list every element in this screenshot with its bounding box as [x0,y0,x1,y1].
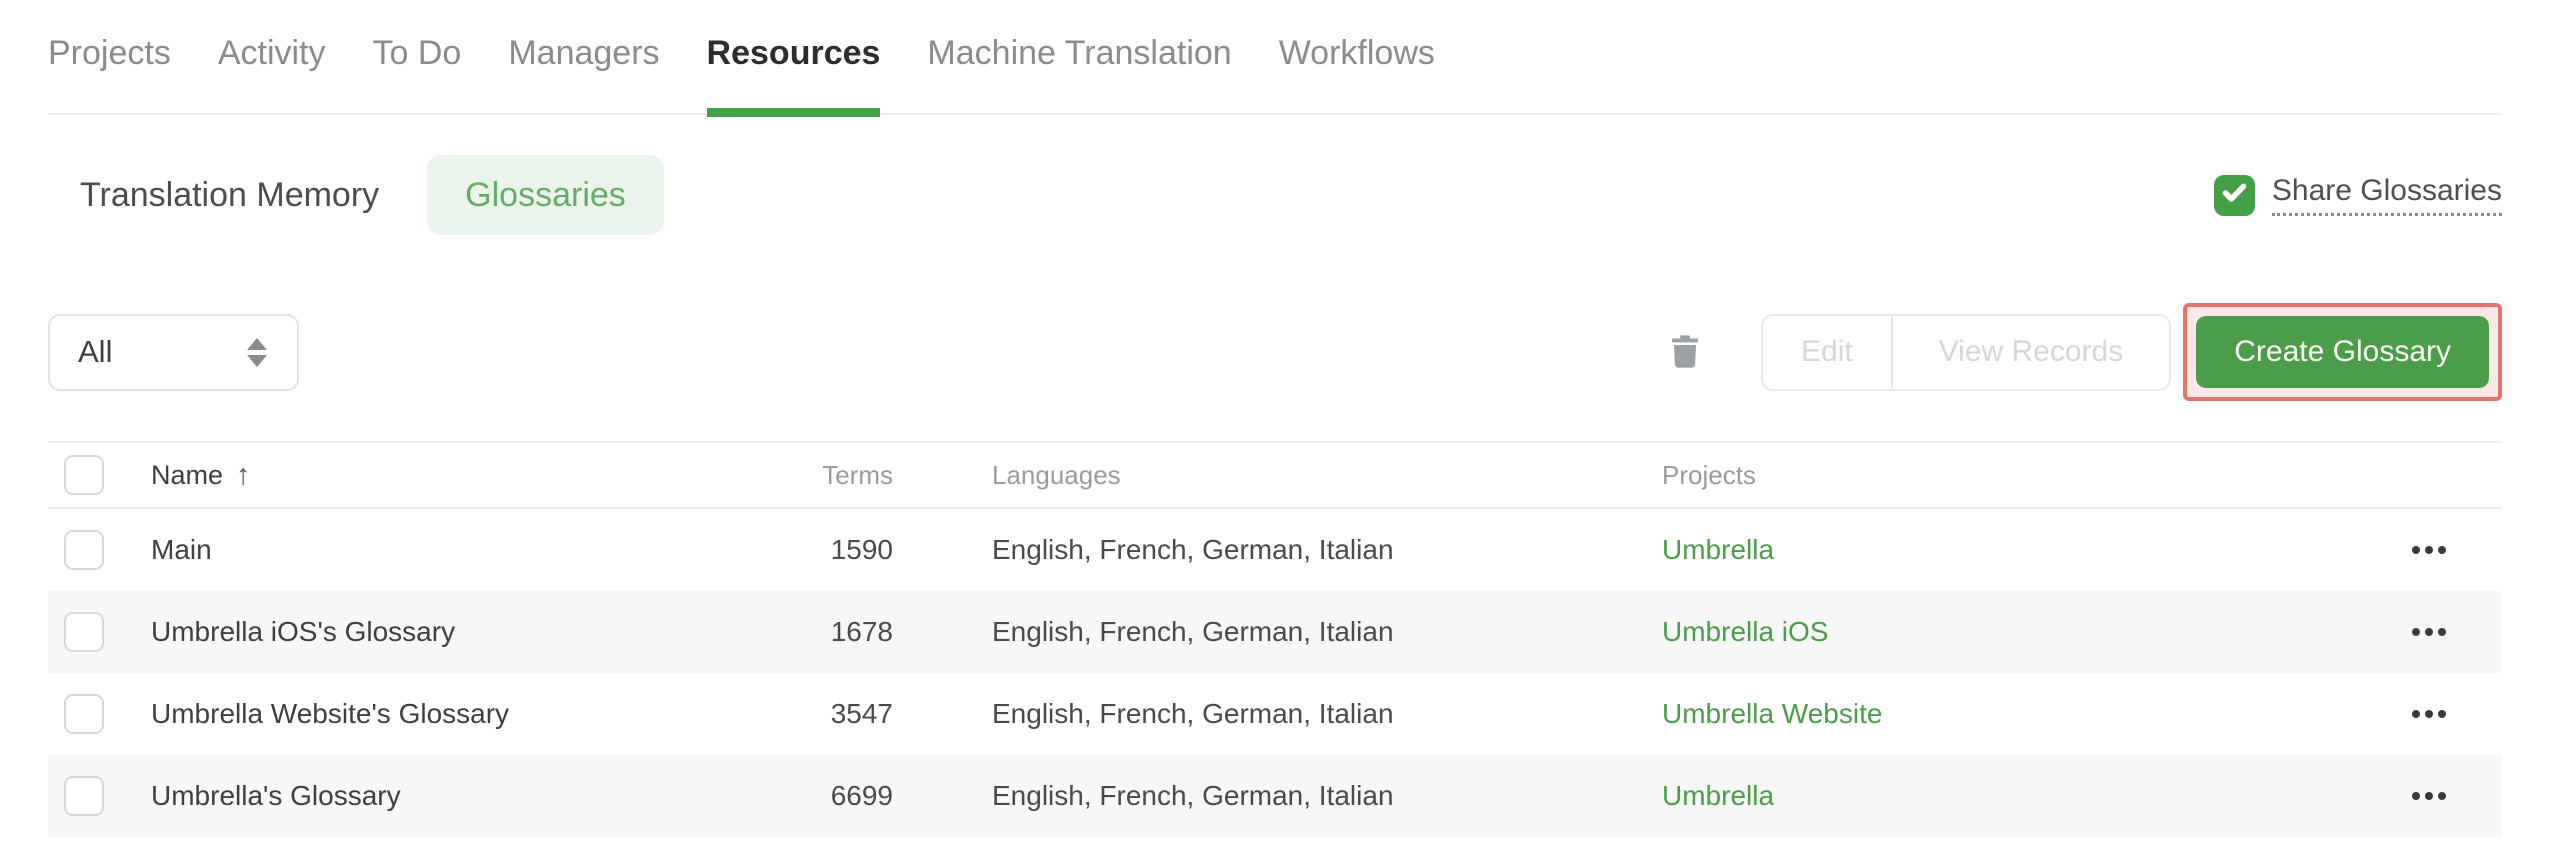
glossary-name: Main [151,534,212,565]
share-glossaries-checkbox[interactable] [2213,174,2255,216]
row-menu-ellipsis-icon[interactable] [2410,620,2448,644]
checkmark-icon [2221,179,2248,211]
resources-subnav: Translation Memory Glossaries Share Glos… [48,155,2502,235]
glossaries-page: Projects Activity To Do Managers Resourc… [0,0,2550,868]
select-all-checkbox[interactable] [64,455,104,495]
glossaries-toolbar: All Edit View Records Create Glossary [48,303,2502,401]
row-menu-ellipsis-icon[interactable] [2410,784,2448,808]
sort-ascending-icon: ↑ [236,458,251,491]
row-checkbox[interactable] [64,694,104,734]
project-link[interactable]: Umbrella Website [1662,698,1882,729]
column-header-name[interactable]: Name ↑ [151,459,741,492]
column-header-projects[interactable]: Projects [1563,460,2315,491]
glossary-terms-count: 6699 [830,780,893,811]
row-menu-ellipsis-icon[interactable] [2410,702,2448,726]
glossaries-table: Name ↑ Terms Languages Projects Main 159… [48,441,2502,837]
subtab-translation-memory[interactable]: Translation Memory [48,155,411,235]
filter-select-value: All [78,334,113,369]
selection-actions-group: Edit View Records [1761,313,2172,391]
table-header-row: Name ↑ Terms Languages Projects [48,441,2502,509]
glossary-languages: English, French, German, Italian [992,780,1394,811]
glossary-languages: English, French, German, Italian [992,616,1394,647]
share-glossaries-control: Share Glossaries [2213,174,2502,216]
glossary-terms-count: 1678 [830,616,893,647]
create-glossary-button[interactable]: Create Glossary [2196,316,2489,388]
tab-todo[interactable]: To Do [373,34,462,113]
share-glossaries-label[interactable]: Share Glossaries [2271,174,2502,216]
tab-managers[interactable]: Managers [508,34,659,113]
glossary-name: Umbrella's Glossary [151,780,401,811]
glossary-name: Umbrella Website's Glossary [151,698,510,729]
project-link[interactable]: Umbrella [1662,780,1774,811]
filter-select[interactable]: All [48,313,299,391]
column-header-terms[interactable]: Terms [741,460,893,491]
table-row: Umbrella iOS's Glossary 1678 English, Fr… [48,591,2502,673]
tab-machine-translation[interactable]: Machine Translation [927,34,1231,113]
row-menu-ellipsis-icon[interactable] [2410,538,2448,562]
view-records-button[interactable]: View Records [1890,315,2170,389]
column-header-languages[interactable]: Languages [893,460,1563,491]
glossary-name: Umbrella iOS's Glossary [151,616,456,647]
trash-icon [1665,330,1705,375]
project-link[interactable]: Umbrella iOS [1662,616,1828,647]
annotation-highlight: Create Glossary [2183,303,2502,401]
table-row: Umbrella Website's Glossary 3547 English… [48,673,2502,755]
row-checkbox[interactable] [64,776,104,816]
glossary-terms-count: 3547 [830,698,893,729]
top-nav: Projects Activity To Do Managers Resourc… [48,0,2502,117]
glossary-languages: English, French, German, Italian [992,698,1394,729]
glossary-languages: English, French, German, Italian [992,534,1394,565]
row-checkbox[interactable] [64,530,104,570]
tab-workflows[interactable]: Workflows [1279,34,1435,113]
table-row: Main 1590 English, French, German, Itali… [48,509,2502,591]
tab-activity[interactable]: Activity [218,34,326,113]
project-link[interactable]: Umbrella [1662,534,1774,565]
delete-button[interactable] [1665,330,1705,375]
edit-button[interactable]: Edit [1763,316,1891,389]
tab-projects[interactable]: Projects [48,34,171,113]
row-checkbox[interactable] [64,612,104,652]
sort-arrows-icon [247,337,267,367]
tab-resources[interactable]: Resources [706,34,880,117]
name-header-label: Name [151,459,224,490]
table-row: Umbrella's Glossary 6699 English, French… [48,755,2502,837]
glossary-terms-count: 1590 [830,534,893,565]
subtab-glossaries[interactable]: Glossaries [427,155,664,235]
